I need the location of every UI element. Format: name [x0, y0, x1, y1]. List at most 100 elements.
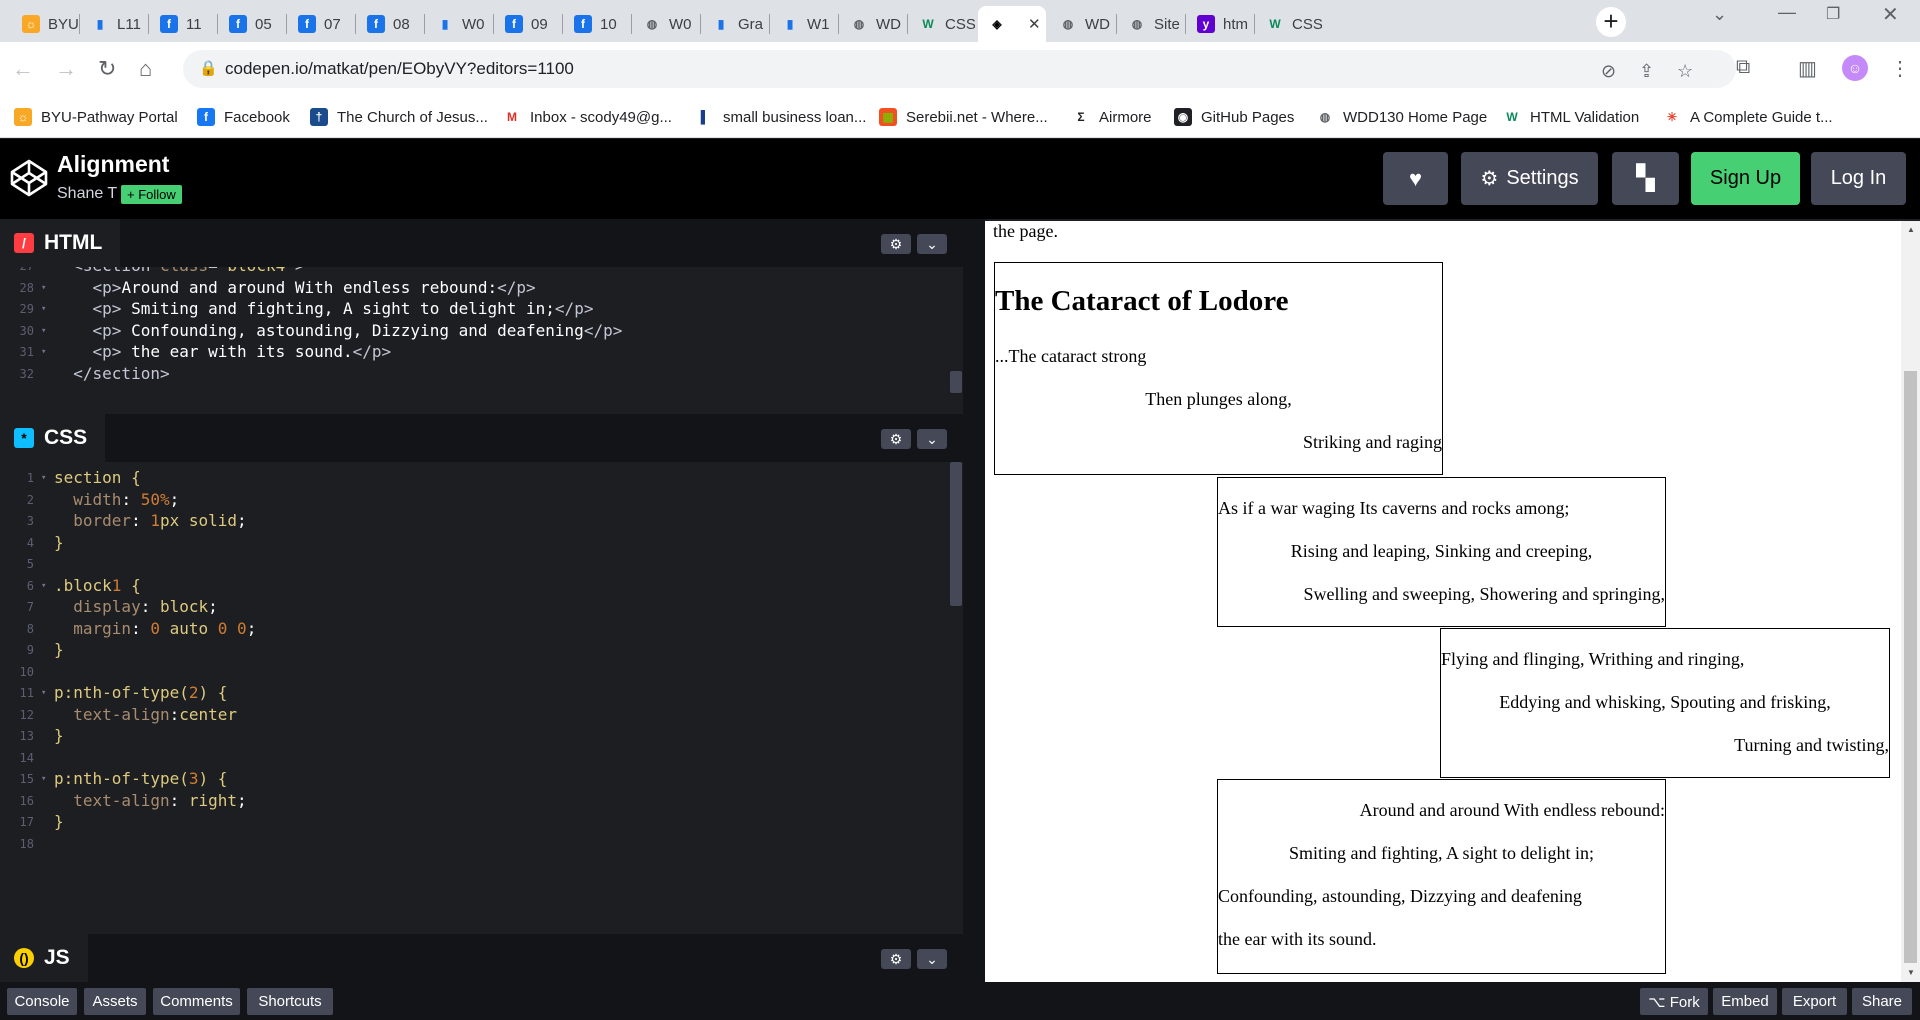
html-editor-settings-button[interactable]: ⚙	[881, 234, 911, 254]
profile-avatar[interactable]: ☺	[1842, 55, 1868, 81]
fold-toggle-icon[interactable]: ▾	[41, 473, 46, 483]
preview-scroll-thumb[interactable]	[1904, 371, 1917, 963]
browser-tab[interactable]: f 07	[288, 6, 354, 42]
omnibox[interactable]: 🔒 codepen.io/matkat/pen/EObyVY?editors=1…	[183, 50, 1736, 88]
css-editor-settings-button[interactable]: ⚙	[881, 429, 911, 449]
bookmark-item[interactable]: M Inbox - scody49@g...	[503, 108, 672, 126]
home-button[interactable]: ⌂	[139, 58, 152, 80]
codepen-logo-icon[interactable]	[10, 159, 48, 197]
bookmark-item[interactable]: ◍ WDD130 Home Page	[1316, 108, 1487, 126]
fork-button[interactable]: ⌥ Fork	[1640, 988, 1708, 1015]
browser-tab[interactable]: f 08	[357, 6, 423, 42]
browser-tab[interactable]: ▮ Gra	[702, 6, 768, 42]
bookmark-item[interactable]: ▌ small business loan...	[696, 108, 867, 126]
restore-button[interactable]: ❐	[1826, 4, 1840, 24]
bookmark-item[interactable]: ◉ GitHub Pages	[1174, 108, 1294, 126]
code-line[interactable]: }	[54, 723, 64, 749]
share-button[interactable]: Share	[1852, 988, 1912, 1015]
browser-tab[interactable]: f 05	[219, 6, 285, 42]
pen-title[interactable]: Alignment	[57, 151, 169, 178]
html-editor-scrollbar[interactable]	[950, 371, 962, 393]
browser-tab[interactable]: f 10	[564, 6, 630, 42]
bookmark-item[interactable]: ☼ BYU-Pathway Portal	[14, 108, 178, 126]
bookmark-item[interactable]: f Facebook	[197, 108, 290, 126]
js-editor-collapse-button[interactable]: ⌄	[917, 949, 947, 969]
fold-toggle-icon[interactable]: ▾	[41, 774, 46, 784]
new-tab-button[interactable]: +	[1596, 7, 1626, 37]
preview-scrollbar[interactable]: ▲ ▼	[1901, 221, 1920, 982]
forward-button[interactable]: →	[55, 58, 77, 80]
fold-toggle-icon[interactable]: ▾	[41, 347, 46, 357]
fold-toggle-icon[interactable]: ▾	[41, 283, 46, 293]
share-icon[interactable]: ⇪	[1639, 61, 1654, 82]
fold-toggle-icon[interactable]: ▾	[41, 304, 46, 314]
browser-tab[interactable]: f 11	[150, 6, 216, 42]
bookmark-item[interactable]: W HTML Validation	[1503, 108, 1639, 126]
code-line[interactable]: </section>	[54, 361, 169, 387]
comments-button[interactable]: Comments	[153, 988, 240, 1015]
code-line[interactable]: }	[54, 530, 64, 556]
fold-toggle-icon[interactable]: ▾	[41, 581, 46, 591]
bookmark-star-icon[interactable]: ☆	[1677, 61, 1693, 82]
menu-icon[interactable]: ⋮	[1890, 56, 1910, 81]
assets-button[interactable]: Assets	[84, 988, 146, 1015]
code-line[interactable]: text-align:center	[54, 702, 237, 728]
browser-tab[interactable]: ▮ L11	[81, 6, 147, 42]
code-line[interactable]: text-align: right;	[54, 788, 246, 814]
css-editor-scrollbar[interactable]	[950, 462, 962, 606]
change-view-button[interactable]: ▚	[1612, 152, 1679, 205]
browser-tab[interactable]: f 09	[495, 6, 561, 42]
code-line[interactable]: border: 1px solid;	[54, 508, 246, 534]
code-line[interactable]: margin: 0 auto 0 0;	[54, 616, 256, 642]
back-button[interactable]: ←	[12, 58, 34, 80]
js-editor-settings-button[interactable]: ⚙	[881, 949, 911, 969]
side-panel-icon[interactable]: ▥	[1798, 56, 1817, 81]
browser-tab[interactable]: ▮ W1	[771, 6, 837, 42]
reload-button[interactable]: ↻	[98, 58, 116, 80]
embed-button[interactable]: Embed	[1713, 988, 1777, 1015]
browser-tab[interactable]: ◈ ✕	[978, 6, 1046, 42]
bookmark-item[interactable]: ▦ Serebii.net - Where...	[879, 108, 1048, 126]
sign-up-button[interactable]: Sign Up	[1691, 152, 1800, 205]
editor-preview-resizer[interactable]	[963, 219, 985, 982]
bookmark-item[interactable]: Σ Airmore	[1072, 108, 1151, 126]
css-editor-collapse-button[interactable]: ⌄	[917, 429, 947, 449]
code-line[interactable]: }	[54, 809, 64, 835]
fold-toggle-icon[interactable]: ▾	[41, 267, 46, 271]
scroll-up-arrow-icon[interactable]: ▲	[1907, 225, 1915, 234]
pen-author[interactable]: Shane T	[57, 185, 117, 203]
fold-toggle-icon[interactable]: ▾	[41, 326, 46, 336]
browser-tab[interactable]: ◍ WD	[1049, 6, 1115, 42]
css-code-area[interactable]: 1 ▾ section {2 width: 50%; 3 border: 1px so…	[0, 462, 963, 939]
heart-button[interactable]: ♥	[1383, 152, 1448, 205]
scroll-down-arrow-icon[interactable]: ▼	[1907, 968, 1915, 977]
console-button[interactable]: Console	[7, 988, 77, 1015]
bookmark-item[interactable]: † The Church of Jesus...	[310, 108, 488, 126]
browser-tab[interactable]: ▮ W0	[426, 6, 492, 42]
fold-toggle-icon[interactable]: ▾	[41, 688, 46, 698]
browser-tab[interactable]: ☼ BYU	[12, 6, 78, 42]
browser-tab[interactable]: W CSS	[1256, 6, 1322, 42]
tab-search-icon[interactable]: ⌄	[1712, 4, 1727, 25]
minimize-button[interactable]: —	[1778, 2, 1796, 23]
js-editor-tab[interactable]: () JS	[0, 934, 88, 982]
browser-tab[interactable]: ◍ W0	[633, 6, 699, 42]
extensions-icon[interactable]: ⧉	[1736, 56, 1750, 79]
browser-tab[interactable]: ◍ Site	[1118, 6, 1184, 42]
browser-tab[interactable]: W CSS	[909, 6, 975, 42]
code-line[interactable]: }	[54, 637, 64, 663]
camera-blocked-icon[interactable]: ⊘	[1601, 61, 1616, 82]
shortcuts-button[interactable]: Shortcuts	[247, 988, 333, 1015]
close-window-button[interactable]: ✕	[1882, 2, 1899, 27]
export-button[interactable]: Export	[1782, 988, 1847, 1015]
bookmark-item[interactable]: ✳ A Complete Guide t...	[1663, 108, 1833, 126]
log-in-button[interactable]: Log In	[1811, 152, 1906, 205]
css-editor-tab[interactable]: * CSS	[0, 414, 106, 462]
close-tab-icon[interactable]: ✕	[1028, 15, 1041, 33]
browser-tab[interactable]: ◍ WD	[840, 6, 906, 42]
html-editor-collapse-button[interactable]: ⌄	[917, 234, 947, 254]
settings-button[interactable]: ⚙ Settings	[1461, 152, 1598, 205]
html-code-area[interactable]: 27▾ <section class="block4">28▾ <p>Aroun…	[0, 267, 963, 414]
url-text[interactable]: codepen.io/matkat/pen/EObyVY?editors=110…	[225, 59, 574, 79]
browser-tab[interactable]: y htm	[1187, 6, 1253, 42]
